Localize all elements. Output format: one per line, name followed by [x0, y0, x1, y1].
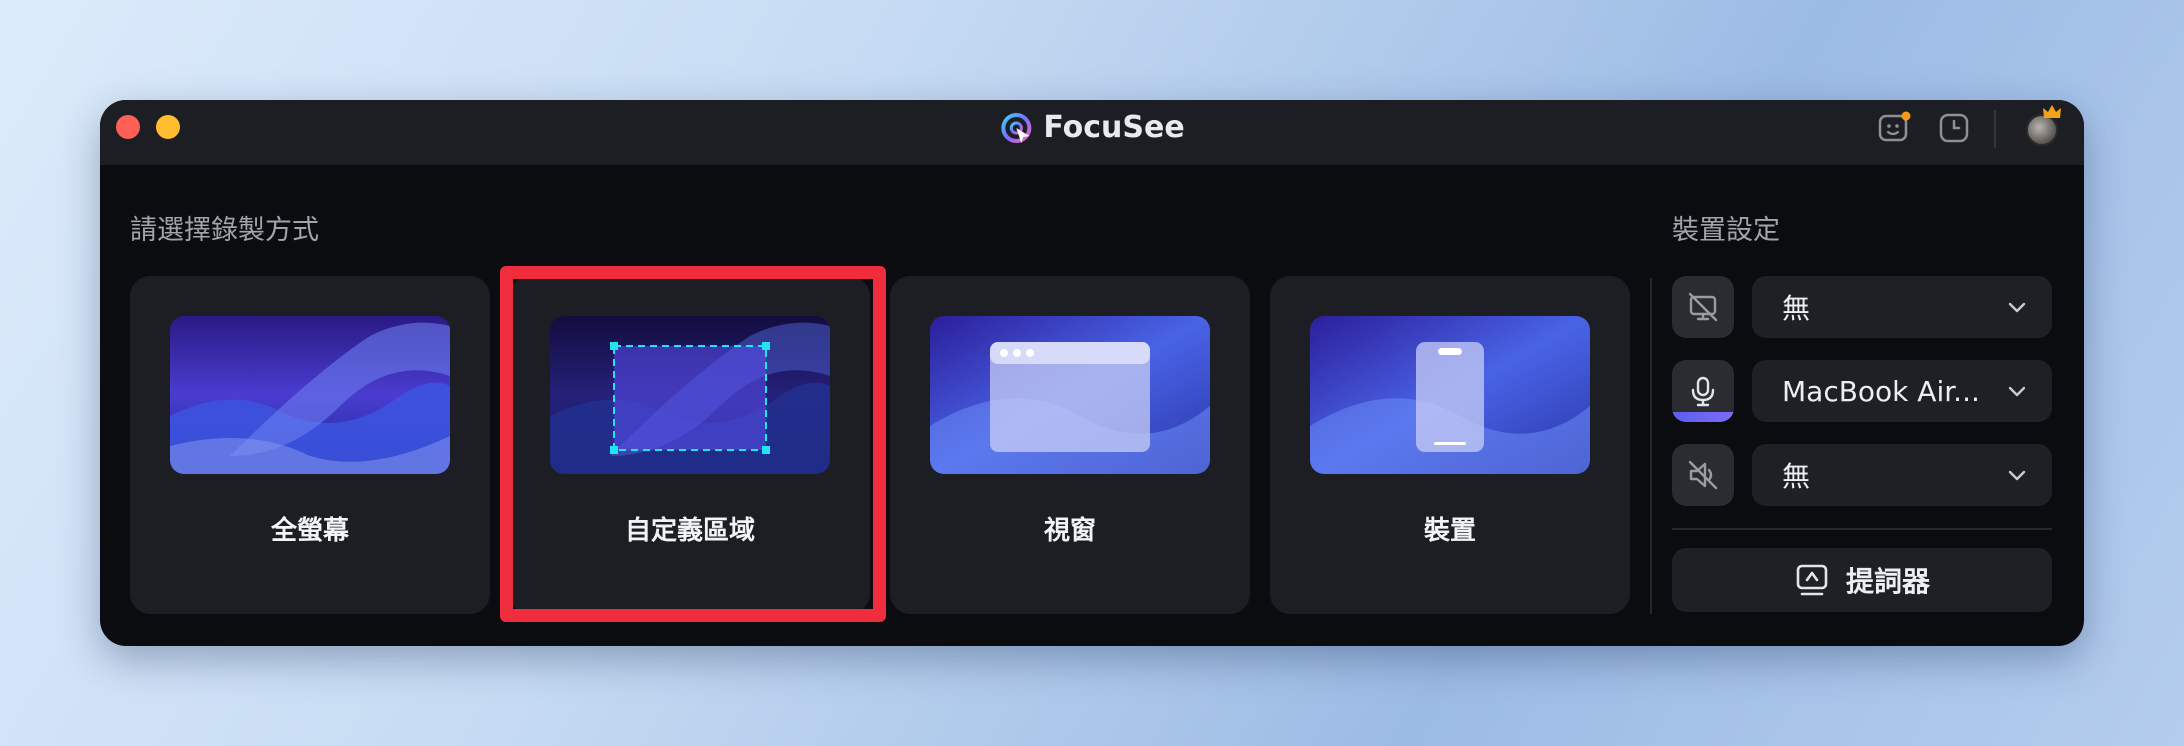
device-thumbnail — [1310, 316, 1590, 474]
microphone-select[interactable]: MacBook Air... — [1752, 360, 2052, 422]
device-settings-title: 裝置設定 — [1672, 215, 1780, 246]
microphone-select-value: MacBook Air... — [1782, 374, 1980, 408]
mode-label-device: 裝置 — [1423, 516, 1476, 546]
mode-card-window[interactable]: 視窗 — [890, 276, 1250, 614]
feedback-icon[interactable] — [1876, 110, 1912, 146]
system-audio-toggle-button[interactable] — [1672, 444, 1734, 506]
speaker-off-icon — [1688, 460, 1718, 490]
titlebar-divider — [1994, 110, 1996, 148]
mode-card-custom-region[interactable]: 自定義區域 — [510, 276, 870, 614]
app-title-text: FocuSee — [1043, 110, 1185, 145]
recording-mode-title: 請選擇錄製方式 — [130, 215, 319, 246]
teleprompter-icon — [1796, 564, 1828, 596]
close-window-button[interactable] — [116, 115, 140, 139]
mode-label-custom-region: 自定義區域 — [624, 516, 755, 546]
settings-divider — [1650, 278, 1652, 614]
microphone-toggle-button[interactable] — [1672, 360, 1734, 422]
camera-select[interactable]: 無 — [1752, 276, 2052, 338]
teleprompter-label: 提詞器 — [1845, 565, 1930, 598]
crown-icon — [2043, 105, 2061, 118]
focusee-window: FocuSee 請選擇錄製方式 裝置設定 全螢幕 自定義區域 視窗 裝置 無 M… — [100, 100, 2084, 646]
history-icon[interactable] — [1936, 110, 1972, 146]
titlebar: FocuSee — [100, 100, 2084, 165]
microphone-level-bar — [1672, 412, 1734, 422]
window-thumbnail — [930, 316, 1210, 474]
mode-card-device[interactable]: 裝置 — [1270, 276, 1630, 614]
teleprompter-button[interactable]: 提詞器 — [1672, 548, 2052, 612]
system-audio-select[interactable]: 無 — [1752, 444, 2052, 506]
focusee-logo-icon — [1001, 112, 1032, 143]
system-audio-select-value: 無 — [1782, 460, 1811, 493]
mode-card-fullscreen[interactable]: 全螢幕 — [130, 276, 490, 614]
fullscreen-thumbnail — [170, 316, 450, 474]
minimize-window-button[interactable] — [156, 115, 180, 139]
camera-off-icon — [1688, 292, 1718, 322]
chevron-down-icon — [2008, 386, 2026, 397]
microphone-icon — [1691, 376, 1715, 407]
app-title: FocuSee — [999, 110, 1185, 145]
mode-label-window: 視窗 — [1043, 516, 1096, 546]
chevron-down-icon — [2008, 470, 2026, 481]
mode-label-fullscreen: 全螢幕 — [270, 516, 349, 546]
settings-separator — [1672, 528, 2052, 530]
chevron-down-icon — [2008, 302, 2026, 313]
camera-select-value: 無 — [1782, 292, 1811, 325]
camera-toggle-button[interactable] — [1672, 276, 1734, 338]
custom-region-thumbnail — [550, 316, 830, 474]
